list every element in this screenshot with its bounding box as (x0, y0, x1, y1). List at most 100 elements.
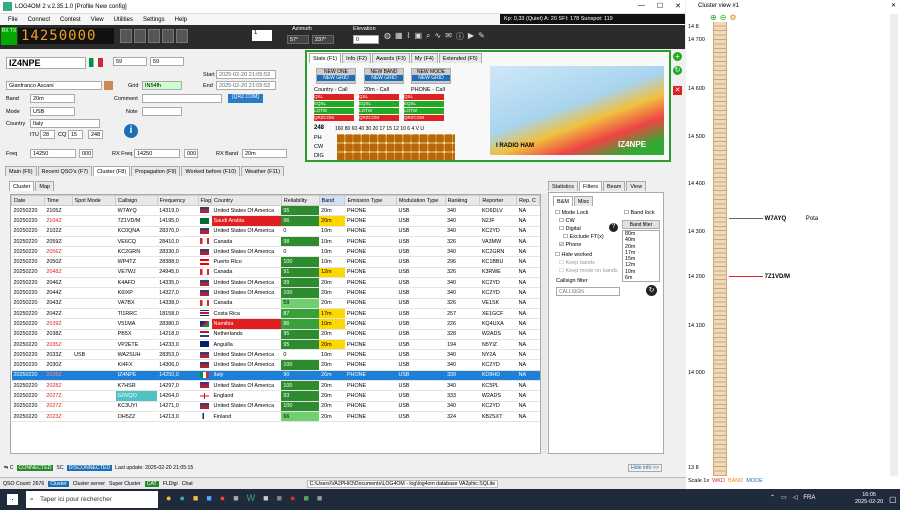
table-row[interactable]: 20250220 2030Z KI4FX 14306,0 United States O… (11, 359, 540, 371)
column-header[interactable]: Reliability (280, 195, 320, 206)
column-header[interactable]: Flag (197, 195, 213, 206)
menu-settings[interactable]: Settings (143, 17, 165, 23)
hide-worked-checkbox[interactable]: ☐ Hide worked (555, 251, 618, 259)
band-list-item[interactable]: 6m (625, 275, 659, 281)
clear-filter-icon[interactable]: ↻ (646, 285, 657, 296)
chat-icon[interactable]: ✉ (445, 31, 452, 42)
table-row[interactable]: 20250220 2039Z V51MA 28380,0 Namibia 86 10m PHO… (11, 318, 540, 330)
name-input[interactable]: Gianfranco Ascani (6, 81, 102, 90)
table-row[interactable]: 20250220 2042Z TI1RRC 18158,0 Costa Rica 87 17… (11, 308, 540, 320)
menu-utilities[interactable]: Utilities (114, 17, 133, 23)
rx-tx-indicator[interactable]: RX TX (1, 27, 17, 45)
grid-input[interactable]: IN54fh (142, 81, 182, 90)
table-row[interactable]: 20250220 2028Z IZ4NPE 14250,0 Italy 90 20m PHON… (11, 370, 540, 382)
table-row[interactable]: 20250220 2059Z VE6CQ 28410,0 Canada 98 10m PHON… (11, 236, 540, 248)
freq-hz-input[interactable]: 000 (79, 149, 93, 158)
dxcc-field[interactable]: 248 (88, 130, 103, 139)
menu-help[interactable]: Help (175, 17, 187, 23)
info-icon[interactable]: ⓘ (456, 31, 464, 42)
spot-marker-7z1vd[interactable]: 7Z1VD/M (729, 274, 869, 282)
tab-my[interactable]: My (F4) (410, 53, 438, 63)
spot-marker-w7ayq[interactable]: W7AYQ Pota (729, 216, 869, 224)
table-scrollbar[interactable] (541, 194, 547, 454)
close-icon[interactable]: ✕ (675, 2, 681, 10)
search-icon[interactable]: ⌕ (426, 31, 430, 42)
nav-arrows-icon[interactable]: ⇆ C (4, 465, 14, 471)
minimize-icon[interactable]: — (638, 2, 645, 10)
app-9-icon[interactable]: ■ (277, 493, 282, 503)
column-header[interactable]: Modulation Type (395, 195, 446, 206)
table-row[interactable]: 20250220 2033Z USB WA2SUH 28353,0 United Stat… (11, 349, 540, 361)
chrome-icon[interactable]: ● (220, 493, 225, 503)
band-select[interactable]: 20m (30, 94, 75, 103)
qrz-link[interactable]: [QRZ.COM] (228, 94, 263, 103)
table-row[interactable]: 20250220 2028Z K7HSR 14297,0 United States O… (11, 380, 540, 392)
edge-icon[interactable]: ● (179, 493, 184, 503)
column-header[interactable]: Reporter (479, 195, 518, 206)
tab-extended[interactable]: Extended (F5) (438, 53, 482, 63)
end-time[interactable]: 2025-02-20 21:05:53 (216, 81, 276, 90)
mode-select[interactable]: USB (30, 107, 75, 116)
disconnected-badge[interactable]: DISCONNECTED (66, 464, 113, 471)
column-header[interactable]: Date (11, 195, 45, 206)
table-row[interactable]: 20250220 2048Z VE7WJ 24945,0 Canada 91 12m PHON… (11, 267, 540, 279)
super-cluster-label[interactable]: Super Cluster (109, 481, 141, 487)
rst-received[interactable]: 59 (150, 57, 184, 66)
lookup-icon[interactable] (104, 81, 113, 90)
tab-recent-qsos[interactable]: Recent QSO's (F7) (37, 166, 93, 176)
band-filter-button[interactable]: Band filter (622, 220, 660, 229)
cw-checkbox[interactable]: ☐ CW (555, 217, 618, 225)
connected-badge[interactable]: CONNECTED (16, 464, 54, 471)
frequency-display[interactable]: 14250000 (18, 28, 114, 44)
pen-icon[interactable]: ✎ (478, 31, 485, 42)
freq-input[interactable]: 14250 (30, 149, 76, 158)
start-time[interactable]: 2025-02-20 21:05:53 (216, 70, 276, 79)
tab-view[interactable]: View (626, 181, 647, 191)
table-row[interactable]: 20250220 2105Z W7AYQ 14319,0 United States O… (11, 205, 540, 217)
network-icon[interactable]: ▭ (781, 494, 787, 501)
tab-beam[interactable]: Beam (603, 181, 626, 191)
add-icon[interactable]: + (673, 52, 682, 61)
table-row[interactable]: 20250220 2050Z WP4TZ 28388,0 Puerto Rico 100 1… (11, 256, 540, 268)
table-row[interactable]: 20250220 2102Z KC0QNA 28370,0 United States … (11, 226, 540, 237)
language-indicator[interactable]: FRA (803, 495, 815, 501)
tab-map[interactable]: Map (35, 181, 55, 191)
cq-field[interactable]: 15 (68, 130, 83, 139)
mem-button[interactable] (162, 29, 174, 43)
help-icon[interactable]: ? (609, 223, 618, 232)
mode-label-cv[interactable]: MODE (746, 478, 763, 484)
phone-checkbox[interactable]: ☑ Phone (555, 241, 618, 249)
column-header[interactable]: Time (43, 195, 73, 206)
mode-lock-checkbox[interactable]: ☐ Mode Lock (555, 209, 618, 217)
clock[interactable]: 16:05 2025-02-20 (855, 492, 883, 506)
cluster-server-label[interactable]: Cluster server (73, 481, 105, 487)
table-row[interactable]: 20250220 2043Z VA7BX 14338,0 Canada 59 20m PHON… (11, 298, 540, 309)
exclude-ft-checkbox[interactable]: ☐ Exclude FT(x) (555, 233, 618, 241)
rotor-spinner[interactable]: 1 (252, 30, 272, 41)
menu-connect[interactable]: Connect (28, 17, 50, 23)
cat-badge[interactable]: CAT (144, 480, 159, 487)
itu-field[interactable]: 28 (40, 130, 55, 139)
notification-icon[interactable]: ▢ (889, 495, 897, 504)
hide-info-link[interactable]: Hide info >> (628, 463, 662, 472)
info-circle-icon[interactable]: i (124, 124, 138, 138)
country-select[interactable]: Italy (30, 119, 100, 128)
tab-cluster[interactable]: Cluster (F8) (93, 166, 131, 176)
start-icon[interactable] (7, 494, 18, 505)
app-12-icon[interactable]: ■ (317, 493, 322, 503)
play-icon[interactable]: ▶ (468, 31, 474, 42)
band-label-cv[interactable]: BAND (728, 478, 743, 484)
app-11-icon[interactable]: ■ (303, 493, 308, 503)
zoom-in-icon[interactable]: ⊕ (710, 13, 717, 22)
rst-sent[interactable]: 59 (113, 57, 147, 66)
menu-contest[interactable]: Contest (60, 17, 81, 23)
tab-filters[interactable]: Filters (579, 181, 602, 191)
menu-view[interactable]: View (91, 17, 104, 23)
lock-button[interactable] (176, 29, 188, 43)
band-lock-checkbox[interactable]: ☐ Band lock (624, 210, 655, 216)
cluster-scrollbar[interactable] (890, 14, 898, 476)
grid-icon[interactable]: ▦ (395, 31, 403, 42)
keep-bands-checkbox[interactable]: ☐ Keep bands (555, 259, 618, 267)
maximize-icon[interactable]: ☐ (657, 2, 663, 10)
column-header[interactable]: Rep. C (516, 195, 540, 206)
